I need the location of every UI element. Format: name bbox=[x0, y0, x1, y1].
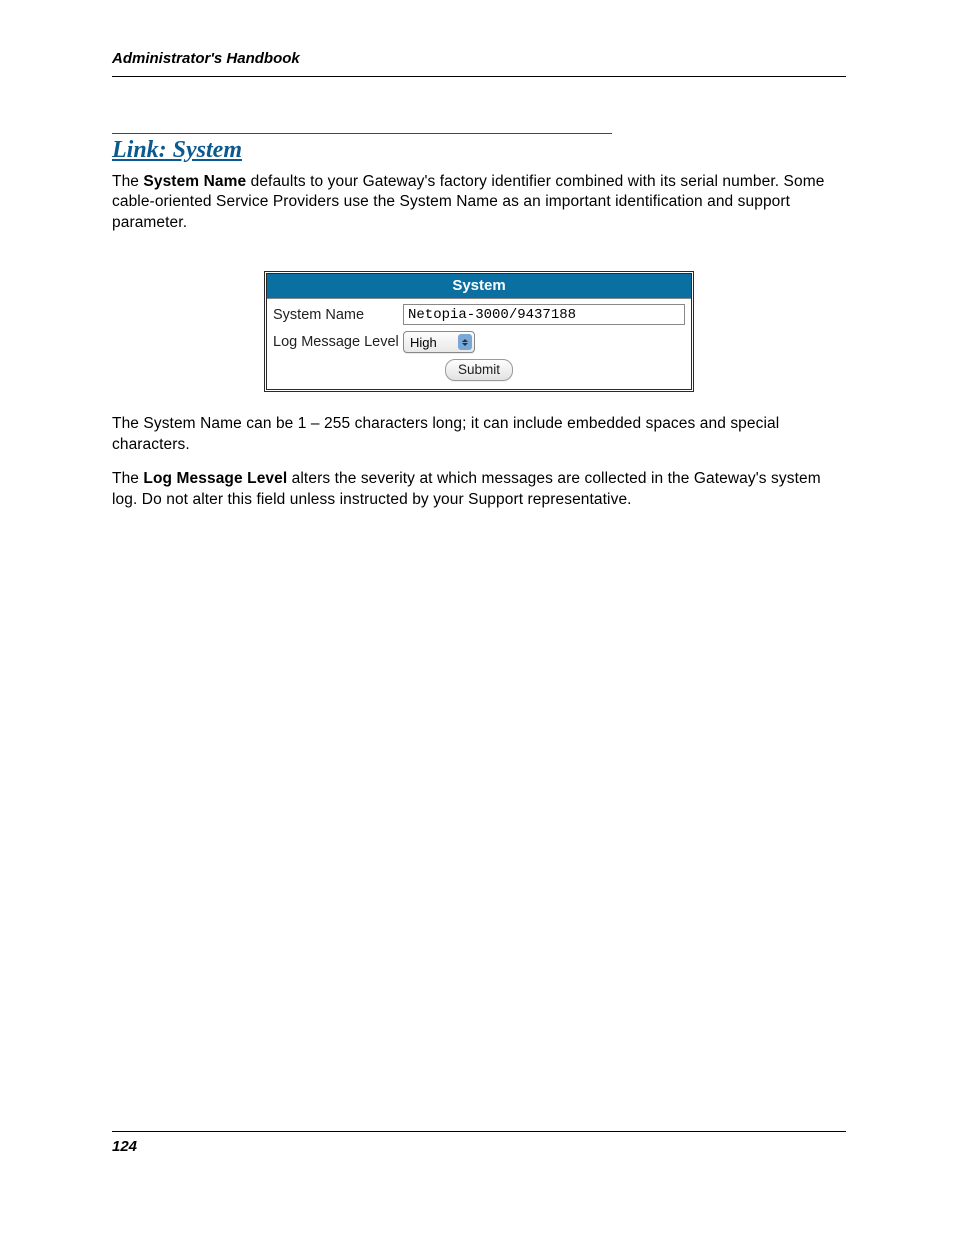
section-heading: Link: System bbox=[112, 133, 612, 164]
panel-title: System bbox=[267, 274, 691, 299]
updown-icon bbox=[458, 334, 472, 350]
select-log-level[interactable]: High bbox=[403, 331, 475, 353]
submit-button[interactable]: Submit bbox=[445, 359, 513, 381]
bold-system-name: System Name bbox=[143, 173, 246, 190]
row-system-name: System Name bbox=[273, 304, 685, 325]
text: The bbox=[112, 470, 143, 487]
running-header: Administrator's Handbook bbox=[112, 50, 846, 77]
bold-log-message-level: Log Message Level bbox=[143, 470, 287, 487]
submit-row: Submit bbox=[273, 359, 685, 381]
label-log-level: Log Message Level bbox=[273, 334, 403, 350]
system-panel: System System Name Log Message Level Hig… bbox=[264, 271, 694, 392]
page-footer: 124 bbox=[112, 1131, 846, 1155]
paragraph-intro: The System Name defaults to your Gateway… bbox=[112, 172, 846, 233]
panel-body: System Name Log Message Level High Submi… bbox=[267, 299, 691, 389]
select-log-level-value: High bbox=[410, 335, 454, 350]
system-panel-wrap: System System Name Log Message Level Hig… bbox=[264, 271, 694, 392]
label-system-name: System Name bbox=[273, 307, 403, 323]
page-number: 124 bbox=[112, 1138, 137, 1155]
row-log-level: Log Message Level High bbox=[273, 331, 685, 353]
text: The bbox=[112, 173, 143, 190]
input-system-name[interactable] bbox=[403, 304, 685, 325]
paragraph-loglevel: The Log Message Level alters the severit… bbox=[112, 469, 846, 510]
paragraph-namelen: The System Name can be 1 – 255 character… bbox=[112, 414, 846, 455]
